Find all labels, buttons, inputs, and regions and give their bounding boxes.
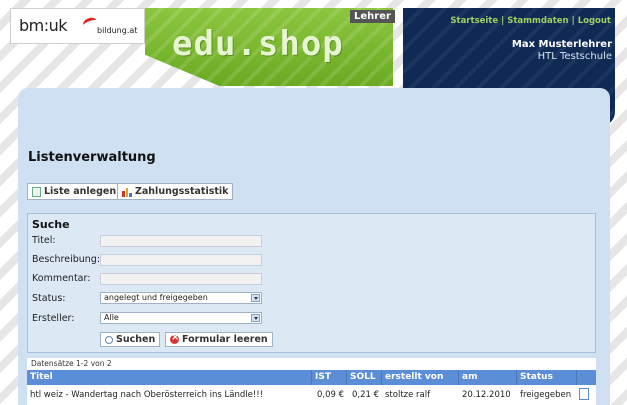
- status-select[interactable]: angelegt und freigegeben: [100, 292, 262, 304]
- table-row[interactable]: htl weiz - Wandertag nach Oberösterreich…: [27, 385, 596, 405]
- record-count: Datensätze 1-2 von 2: [27, 358, 596, 370]
- comment-label: Kommentar:: [32, 273, 91, 284]
- document-add-icon: [32, 186, 41, 197]
- nav-logout-link[interactable]: Logout: [578, 16, 611, 26]
- cell-date: 20.12.2010: [462, 390, 511, 400]
- creator-label: Ersteller:: [32, 313, 75, 324]
- description-label: Beschreibung:: [32, 254, 101, 265]
- shop-title: edu.shop: [172, 24, 344, 64]
- status-select-value: angelegt und freigegeben: [104, 293, 208, 302]
- creator-select[interactable]: Alle: [100, 312, 262, 324]
- cell-ist: 0,09 €: [316, 390, 344, 400]
- search-icon: [105, 335, 113, 344]
- nav-startseite-link[interactable]: Startseite: [450, 16, 498, 26]
- cell-created-by: stoltze ralf: [385, 390, 431, 400]
- school-name: HTL Testschule: [537, 51, 612, 62]
- column-header-title[interactable]: Titel: [27, 370, 312, 385]
- column-header-ist[interactable]: IST: [312, 370, 347, 385]
- search-panel: Suche Titel: Beschreibung: Kommentar: St…: [27, 213, 596, 353]
- chevron-down-icon[interactable]: [251, 314, 260, 322]
- payment-stats-label: Zahlungsstatistik: [135, 186, 229, 197]
- column-header-created-by[interactable]: erstellt von: [382, 370, 459, 385]
- document-icon[interactable]: [579, 388, 589, 400]
- nav-separator: |: [501, 16, 505, 26]
- bildung-logo-icon: [81, 15, 99, 31]
- status-label: Status:: [32, 293, 66, 304]
- top-navigation: Startseite | Stammdaten | Logout: [450, 16, 611, 26]
- nav-stammdaten-link[interactable]: Stammdaten: [507, 16, 568, 26]
- bar-chart-icon: [122, 187, 133, 197]
- cell-title: htl weiz - Wandertag nach Oberösterreich…: [30, 390, 264, 400]
- column-header-status[interactable]: Status: [517, 370, 577, 385]
- clear-icon: [170, 332, 179, 344]
- creator-select-value: Alle: [104, 313, 119, 322]
- user-name: Max Musterlehrer: [511, 39, 612, 50]
- bmuk-logo: bm:uk: [19, 16, 68, 35]
- bildung-logo: bildung.at: [97, 26, 138, 35]
- description-input[interactable]: [100, 254, 262, 266]
- comment-input[interactable]: [100, 273, 262, 285]
- search-button-label: Suchen: [116, 334, 156, 345]
- cell-status: freigegeben: [520, 390, 572, 400]
- payment-stats-button[interactable]: Zahlungsstatistik: [117, 183, 234, 200]
- page-title: Listenverwaltung: [28, 150, 156, 165]
- chevron-down-icon[interactable]: [251, 294, 260, 302]
- create-list-button[interactable]: Liste anlegen: [27, 183, 122, 200]
- cell-soll: 0,21 €: [351, 390, 379, 400]
- column-header-soll[interactable]: SOLL: [347, 370, 382, 385]
- clear-form-button[interactable]: Formular leeren: [165, 332, 273, 347]
- title-input[interactable]: [100, 235, 262, 247]
- search-title: Suche: [32, 218, 70, 231]
- column-header-date[interactable]: am: [459, 370, 517, 385]
- create-list-label: Liste anlegen: [44, 186, 117, 197]
- nav-separator: |: [571, 16, 575, 26]
- clear-form-button-label: Formular leeren: [182, 334, 268, 345]
- table-header: Titel IST SOLL erstellt von am Status: [27, 370, 596, 385]
- title-label: Titel:: [32, 235, 56, 246]
- logo-box: bm:uk bildung.at: [10, 8, 145, 44]
- search-button[interactable]: Suchen: [100, 332, 161, 347]
- role-badge: Lehrer: [350, 10, 395, 23]
